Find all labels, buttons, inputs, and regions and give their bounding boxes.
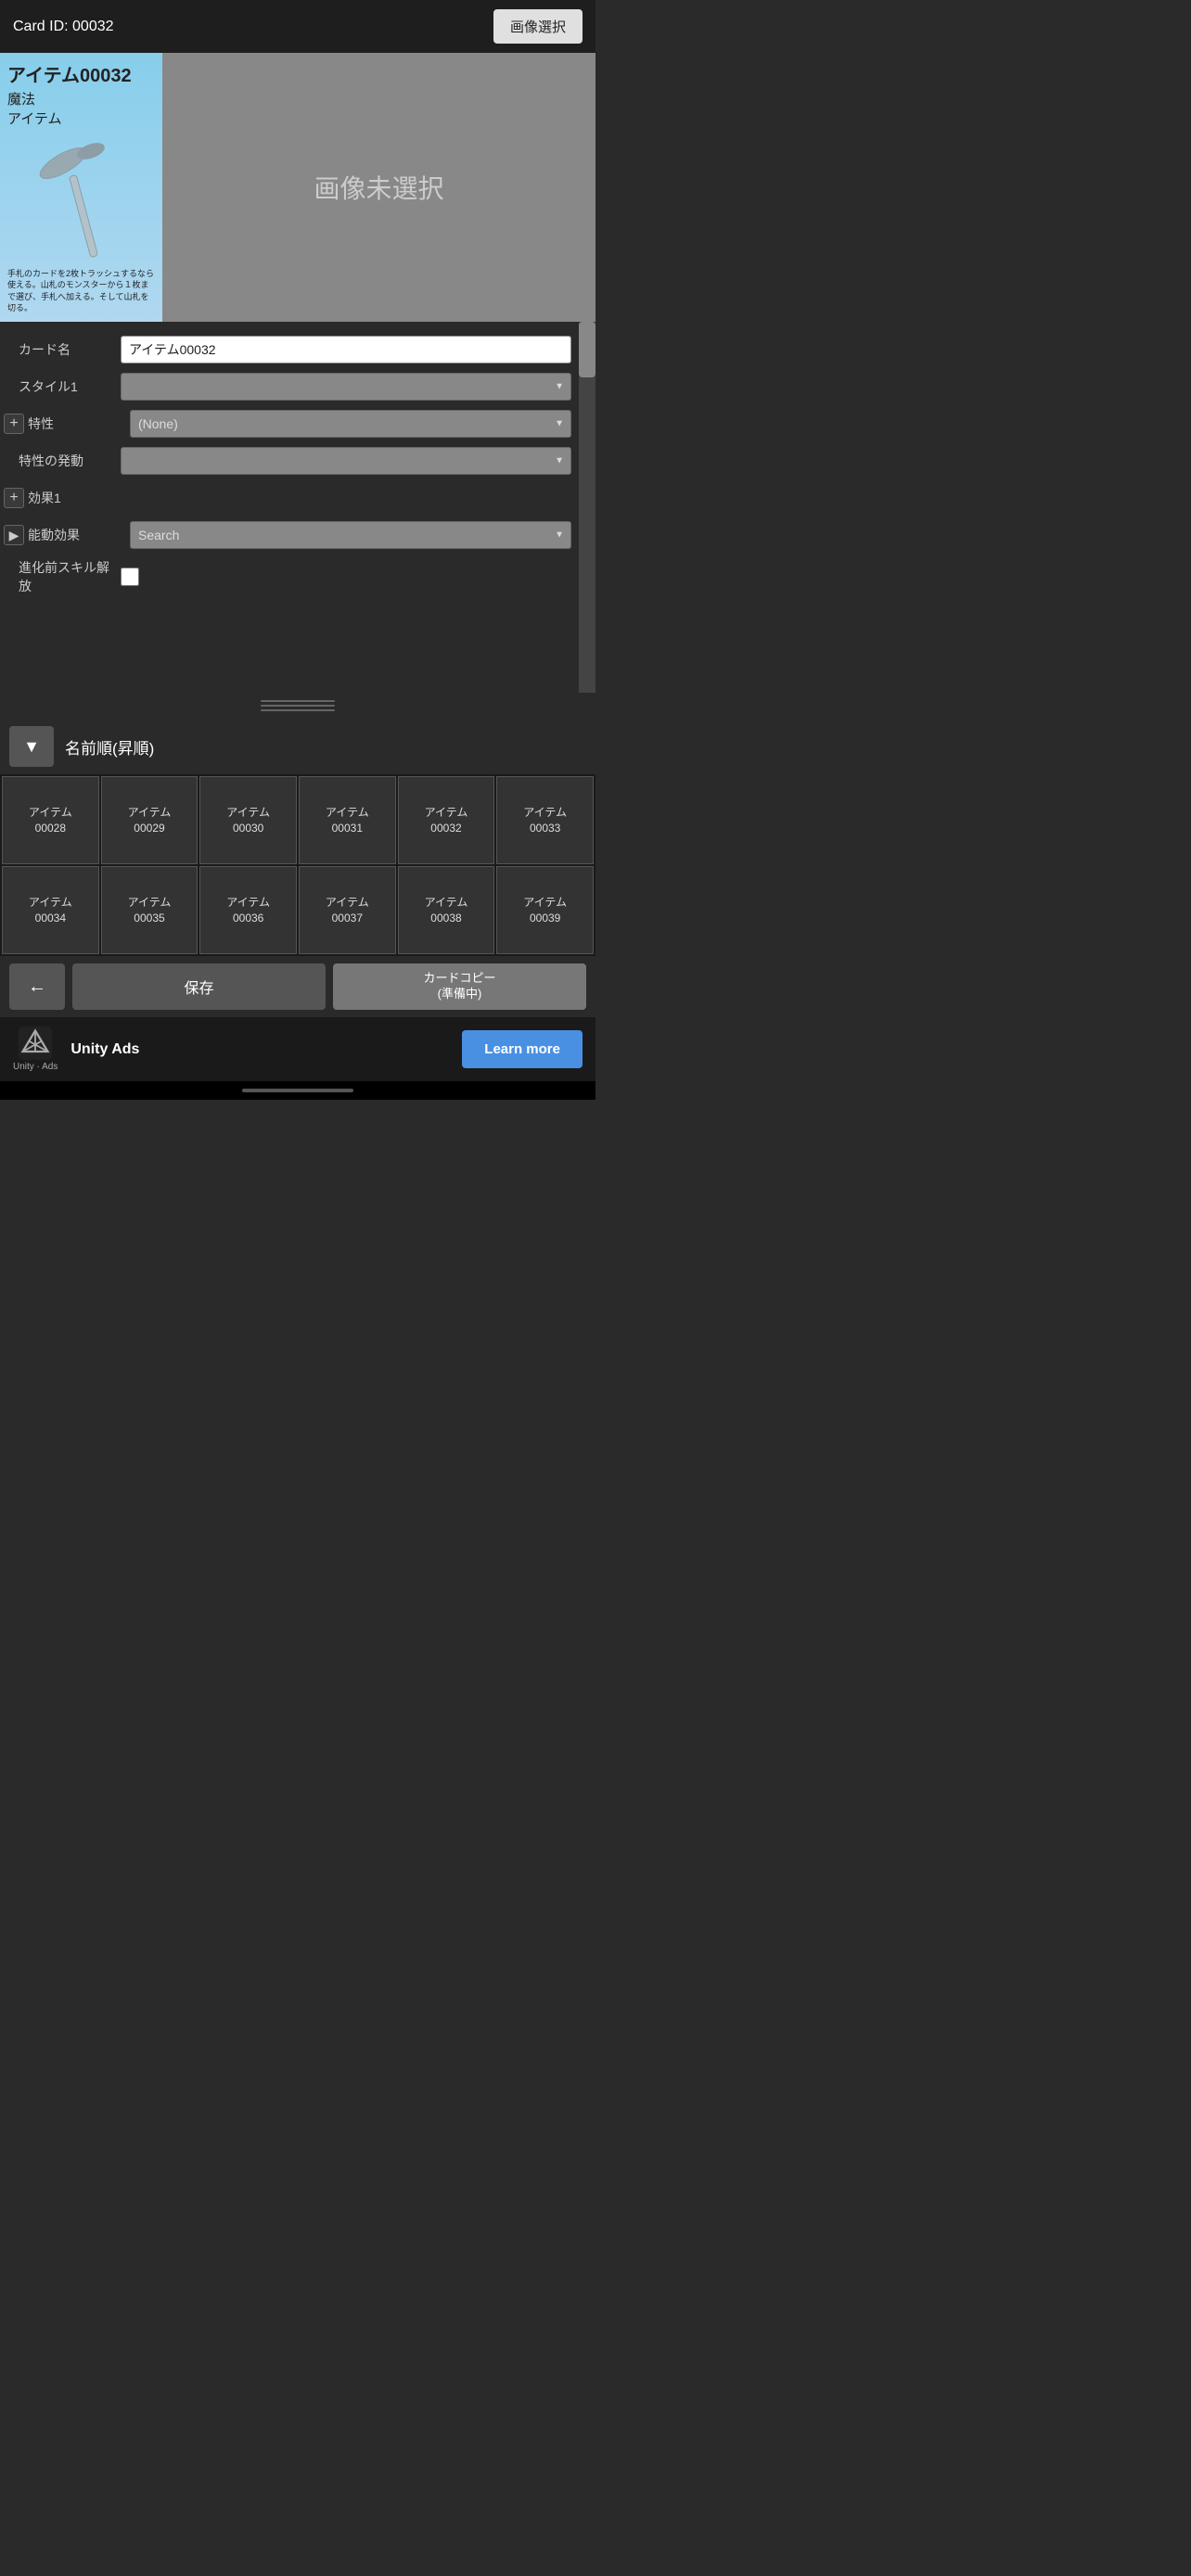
back-button[interactable]: ←	[9, 963, 65, 1010]
style1-select-wrapper	[121, 373, 571, 401]
active-effect-select[interactable]: Search	[130, 521, 571, 549]
active-effect-label: 能動効果	[28, 526, 130, 544]
effect1-label: 効果1	[28, 489, 130, 507]
grid-cell[interactable]: アイテム 00031	[299, 776, 396, 864]
divider-line-3	[261, 709, 335, 711]
play-button[interactable]: ▶	[4, 525, 24, 545]
grid-cell[interactable]: アイテム 00037	[299, 866, 396, 954]
grid-cell-text: アイテム 00036	[226, 895, 270, 926]
card-description: 手札のカードを2枚トラッシュするなら使える。山札のモンスターから１枚まで選び、手…	[7, 268, 155, 314]
card-name-input[interactable]	[121, 336, 571, 363]
style1-row: スタイル1	[0, 368, 596, 405]
action-bar: ← 保存 カードコピー(準備中)	[0, 956, 596, 1017]
trait-row: + 特性 (None)	[0, 405, 596, 442]
copy-label: カードコピー(準備中)	[423, 971, 495, 1001]
grid-cell-text: アイテム 00037	[326, 895, 369, 926]
grid-cell-text: アイテム 00032	[425, 805, 468, 836]
trait-select[interactable]: (None)	[130, 410, 571, 438]
grid-cell[interactable]: アイテム 00034	[2, 866, 99, 954]
card-type-line2: アイテム	[7, 108, 155, 128]
grid-cell[interactable]: アイテム 00030	[199, 776, 297, 864]
grid-cell-text: アイテム 00030	[226, 805, 270, 836]
trait-label: 特性	[28, 414, 130, 433]
grid-cell-text: アイテム 00031	[326, 805, 369, 836]
trait-trigger-label: 特性の発動	[19, 452, 121, 470]
grid-cell[interactable]: アイテム 00028	[2, 776, 99, 864]
grid-cell[interactable]: アイテム 00039	[496, 866, 594, 954]
back-icon: ←	[28, 976, 46, 998]
pickaxe-icon	[35, 137, 128, 258]
sort-label: 名前順(昇順)	[65, 735, 154, 759]
active-effect-select-wrapper: Search	[130, 521, 571, 549]
ad-brand-text: Unity Ads	[70, 1041, 449, 1058]
copy-button[interactable]: カードコピー(準備中)	[333, 963, 586, 1010]
card-name-label: カード名	[19, 340, 121, 359]
trait-trigger-select[interactable]	[121, 447, 571, 475]
trait-trigger-select-wrapper	[121, 447, 571, 475]
image-select-button[interactable]: 画像選択	[493, 9, 583, 44]
card-image-area	[7, 132, 155, 264]
form-section: カード名 スタイル1 + 特性 (None) 特性の発動	[0, 322, 596, 693]
style1-label: スタイル1	[19, 377, 121, 396]
top-bar: Card ID: 00032 画像選択	[0, 0, 596, 53]
card-id-label: Card ID: 00032	[13, 19, 493, 35]
grid-cell-text: アイテム 00035	[128, 895, 172, 926]
grid-cell[interactable]: アイテム 00036	[199, 866, 297, 954]
grid-cell-text: アイテム 00039	[523, 895, 567, 926]
divider-lines	[261, 700, 335, 711]
active-effect-row: ▶ 能動効果 Search	[0, 516, 596, 554]
grid-cell-text: アイテム 00038	[425, 895, 468, 926]
grid-cell[interactable]: アイテム 00029	[101, 776, 198, 864]
grid-cell[interactable]: アイテム 00038	[398, 866, 495, 954]
sort-bar: ▼ 名前順(昇順)	[0, 719, 596, 774]
nav-indicator	[0, 1081, 596, 1100]
card-grid: アイテム 00028 アイテム 00029 アイテム 00030 アイテム 00031…	[0, 774, 596, 956]
preview-area: アイテム00032 魔法 アイテム 手札のカードを2枚トラッシュするなら使える。…	[0, 53, 596, 322]
grid-cell-text: アイテム 00028	[29, 805, 72, 836]
trait-plus-button[interactable]: +	[4, 414, 24, 434]
card-preview: アイテム00032 魔法 アイテム 手札のカードを2枚トラッシュするなら使える。…	[0, 53, 162, 322]
learn-more-button[interactable]: Learn more	[462, 1030, 583, 1068]
save-button[interactable]: 保存	[72, 963, 326, 1010]
ad-logo-area: Unity · Ads	[13, 1027, 58, 1072]
skill-release-row: 進化前スキル解放	[0, 554, 596, 600]
trait-trigger-row: 特性の発動	[0, 442, 596, 479]
unity-logo-icon	[19, 1027, 52, 1060]
grid-cell-text: アイテム 00033	[523, 805, 567, 836]
divider-line-1	[261, 700, 335, 702]
scrollbar-thumb[interactable]	[579, 322, 596, 377]
card-name-row: カード名	[0, 331, 596, 368]
ad-brand-sub-label: Unity · Ads	[13, 1062, 58, 1072]
grid-cell-text: アイテム 00034	[29, 895, 72, 926]
trait-select-wrapper: (None)	[130, 410, 571, 438]
style1-select[interactable]	[121, 373, 571, 401]
divider	[0, 693, 596, 719]
effect1-plus-button[interactable]: +	[4, 488, 24, 508]
no-image-area: 画像未選択	[162, 53, 596, 322]
grid-cell[interactable]: アイテム 00035	[101, 866, 198, 954]
form-empty-space	[0, 600, 596, 683]
sort-dropdown-icon: ▼	[23, 737, 40, 757]
grid-cell-text: アイテム 00029	[128, 805, 172, 836]
sort-dropdown-button[interactable]: ▼	[9, 726, 54, 767]
scrollbar-track[interactable]	[579, 322, 596, 693]
grid-cell[interactable]: アイテム 00032	[398, 776, 495, 864]
effect1-row: + 効果1	[0, 479, 596, 516]
card-type-line1: 魔法	[7, 89, 155, 108]
ad-banner: Unity · Ads Unity Ads Learn more	[0, 1017, 596, 1081]
skill-release-label: 進化前スキル解放	[19, 558, 121, 595]
nav-pill	[242, 1089, 353, 1092]
grid-cell[interactable]: アイテム 00033	[496, 776, 594, 864]
card-preview-title: アイテム00032	[7, 60, 155, 87]
divider-line-2	[261, 705, 335, 707]
skill-release-checkbox[interactable]	[121, 567, 139, 586]
no-image-text: 画像未選択	[314, 169, 443, 206]
